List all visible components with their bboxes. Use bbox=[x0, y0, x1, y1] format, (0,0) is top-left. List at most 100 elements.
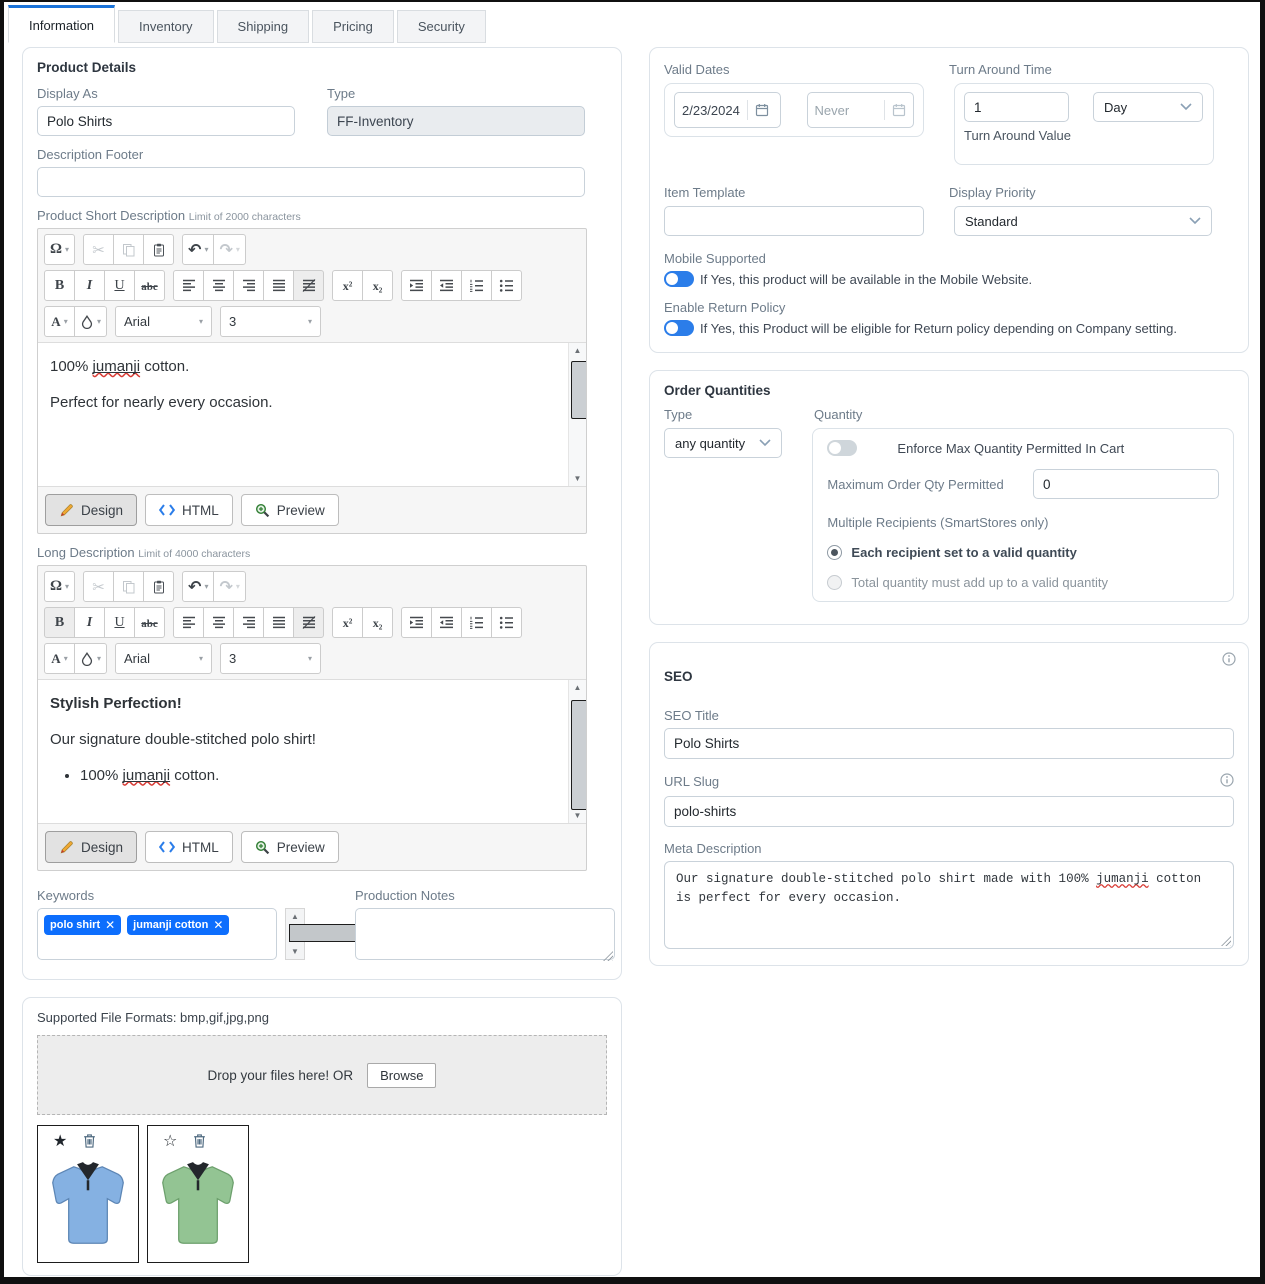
keywords-input[interactable]: polo shirt✕ jumanji cotton✕ bbox=[37, 908, 277, 960]
scroll-up-icon[interactable]: ▲ bbox=[569, 346, 586, 355]
outdent-button[interactable] bbox=[431, 270, 462, 301]
justify-none-button[interactable] bbox=[293, 607, 324, 638]
design-mode-button[interactable]: Design bbox=[45, 831, 137, 863]
description-footer-input[interactable] bbox=[37, 167, 585, 197]
paste-button[interactable] bbox=[143, 234, 174, 265]
tab-pricing[interactable]: Pricing bbox=[312, 10, 394, 43]
bullet-list-button[interactable] bbox=[491, 270, 522, 301]
highlight-color-button[interactable]: ▾ bbox=[74, 306, 107, 337]
radio-total-quantity[interactable] bbox=[827, 575, 842, 590]
undo-button[interactable]: ▾ bbox=[182, 571, 214, 602]
display-as-input[interactable] bbox=[37, 106, 295, 136]
ordered-list-button[interactable] bbox=[461, 607, 492, 638]
calendar-icon[interactable] bbox=[892, 103, 906, 117]
enforce-max-quantity-toggle[interactable] bbox=[827, 440, 857, 456]
scroll-up-icon[interactable]: ▲ bbox=[286, 912, 304, 921]
design-mode-button[interactable]: Design bbox=[45, 494, 137, 526]
align-right-button[interactable] bbox=[233, 270, 264, 301]
return-policy-toggle[interactable] bbox=[664, 320, 694, 336]
ordered-list-button[interactable] bbox=[461, 270, 492, 301]
align-center-button[interactable] bbox=[203, 607, 234, 638]
strikethrough-button[interactable] bbox=[134, 607, 165, 638]
calendar-icon[interactable] bbox=[755, 103, 769, 117]
align-center-button[interactable] bbox=[203, 270, 234, 301]
bold-button[interactable] bbox=[44, 607, 75, 638]
product-image-green-polo[interactable] bbox=[156, 1155, 240, 1255]
undo-button[interactable]: ▾ bbox=[182, 234, 214, 265]
delete-trash-icon[interactable] bbox=[82, 1133, 97, 1149]
preview-mode-button[interactable]: Preview bbox=[241, 831, 339, 863]
bullet-list-button[interactable] bbox=[491, 607, 522, 638]
font-size-select[interactable]: 3▾ bbox=[220, 306, 321, 337]
underline-button[interactable] bbox=[104, 607, 135, 638]
underline-button[interactable] bbox=[104, 270, 135, 301]
subscript-button[interactable] bbox=[362, 270, 393, 301]
production-notes-input[interactable] bbox=[355, 908, 615, 960]
display-priority-select[interactable]: Standard bbox=[954, 206, 1212, 236]
indent-button[interactable] bbox=[401, 607, 432, 638]
end-date-input[interactable]: Never bbox=[807, 92, 915, 128]
text-color-button[interactable]: ▾ bbox=[44, 643, 75, 674]
special-character-button[interactable]: ▾ bbox=[44, 571, 75, 602]
mobile-supported-toggle[interactable] bbox=[664, 271, 694, 287]
justify-button[interactable] bbox=[263, 270, 294, 301]
justify-button[interactable] bbox=[263, 607, 294, 638]
tab-shipping[interactable]: Shipping bbox=[217, 10, 310, 43]
file-dropzone[interactable]: Drop your files here! OR Browse bbox=[37, 1035, 607, 1115]
max-order-qty-input[interactable] bbox=[1033, 469, 1219, 499]
seo-info-icon[interactable] bbox=[1222, 652, 1236, 669]
align-left-button[interactable] bbox=[173, 270, 204, 301]
cut-button[interactable] bbox=[83, 571, 114, 602]
html-mode-button[interactable]: HTML bbox=[145, 831, 233, 863]
remove-keyword-icon[interactable]: ✕ bbox=[105, 919, 115, 931]
meta-description-input[interactable]: Our signature double-stitched polo shirt… bbox=[664, 861, 1234, 949]
strikethrough-button[interactable] bbox=[134, 270, 165, 301]
remove-keyword-icon[interactable]: ✕ bbox=[213, 919, 223, 931]
subscript-button[interactable] bbox=[362, 607, 393, 638]
scrollbar-thumb[interactable] bbox=[571, 361, 586, 419]
superscript-button[interactable] bbox=[332, 607, 363, 638]
paste-button[interactable] bbox=[143, 571, 174, 602]
keywords-scrollbar[interactable]: ▲▼ bbox=[285, 908, 305, 960]
redo-button[interactable]: ▾ bbox=[213, 234, 245, 265]
highlight-color-button[interactable]: ▾ bbox=[74, 643, 107, 674]
long-description-content[interactable]: Stylish Perfection! Our signature double… bbox=[38, 679, 586, 824]
delete-trash-icon[interactable] bbox=[192, 1133, 207, 1149]
quantity-type-select[interactable]: any quantity bbox=[664, 428, 782, 458]
align-left-button[interactable] bbox=[173, 607, 204, 638]
scroll-down-icon[interactable]: ▼ bbox=[569, 474, 586, 483]
italic-button[interactable] bbox=[74, 607, 105, 638]
short-description-content[interactable]: 100% jumanji cotton. Perfect for nearly … bbox=[38, 342, 586, 487]
font-family-select[interactable]: Arial▾ bbox=[115, 306, 212, 337]
indent-button[interactable] bbox=[401, 270, 432, 301]
favorite-star-icon[interactable] bbox=[163, 1131, 177, 1151]
tab-security[interactable]: Security bbox=[397, 10, 486, 43]
turnaround-unit-select[interactable]: Day bbox=[1093, 92, 1203, 122]
font-family-select[interactable]: Arial▾ bbox=[115, 643, 212, 674]
outdent-button[interactable] bbox=[431, 607, 462, 638]
url-slug-info-icon[interactable] bbox=[1220, 773, 1234, 790]
redo-button[interactable]: ▾ bbox=[213, 571, 245, 602]
scroll-up-icon[interactable]: ▲ bbox=[569, 683, 586, 692]
tab-inventory[interactable]: Inventory bbox=[118, 10, 213, 43]
item-template-input[interactable] bbox=[664, 206, 924, 236]
preview-mode-button[interactable]: Preview bbox=[241, 494, 339, 526]
copy-button[interactable] bbox=[113, 234, 144, 265]
browse-button[interactable]: Browse bbox=[367, 1063, 436, 1088]
cut-button[interactable] bbox=[83, 234, 114, 265]
special-character-button[interactable]: ▾ bbox=[44, 234, 75, 265]
scrollbar[interactable]: ▲▼ bbox=[568, 680, 586, 823]
seo-title-input[interactable] bbox=[664, 728, 1234, 759]
copy-button[interactable] bbox=[113, 571, 144, 602]
scrollbar-thumb[interactable] bbox=[571, 700, 586, 810]
turnaround-value-input[interactable] bbox=[964, 92, 1069, 122]
favorite-star-icon[interactable] bbox=[53, 1131, 67, 1151]
product-image-blue-polo[interactable] bbox=[46, 1155, 130, 1255]
scroll-down-icon[interactable]: ▼ bbox=[286, 947, 304, 956]
url-slug-input[interactable] bbox=[664, 796, 1234, 827]
font-size-select[interactable]: 3▾ bbox=[220, 643, 321, 674]
italic-button[interactable] bbox=[74, 270, 105, 301]
superscript-button[interactable] bbox=[332, 270, 363, 301]
resize-handle[interactable] bbox=[1221, 936, 1231, 946]
start-date-input[interactable]: 2/23/2024 bbox=[674, 92, 781, 128]
